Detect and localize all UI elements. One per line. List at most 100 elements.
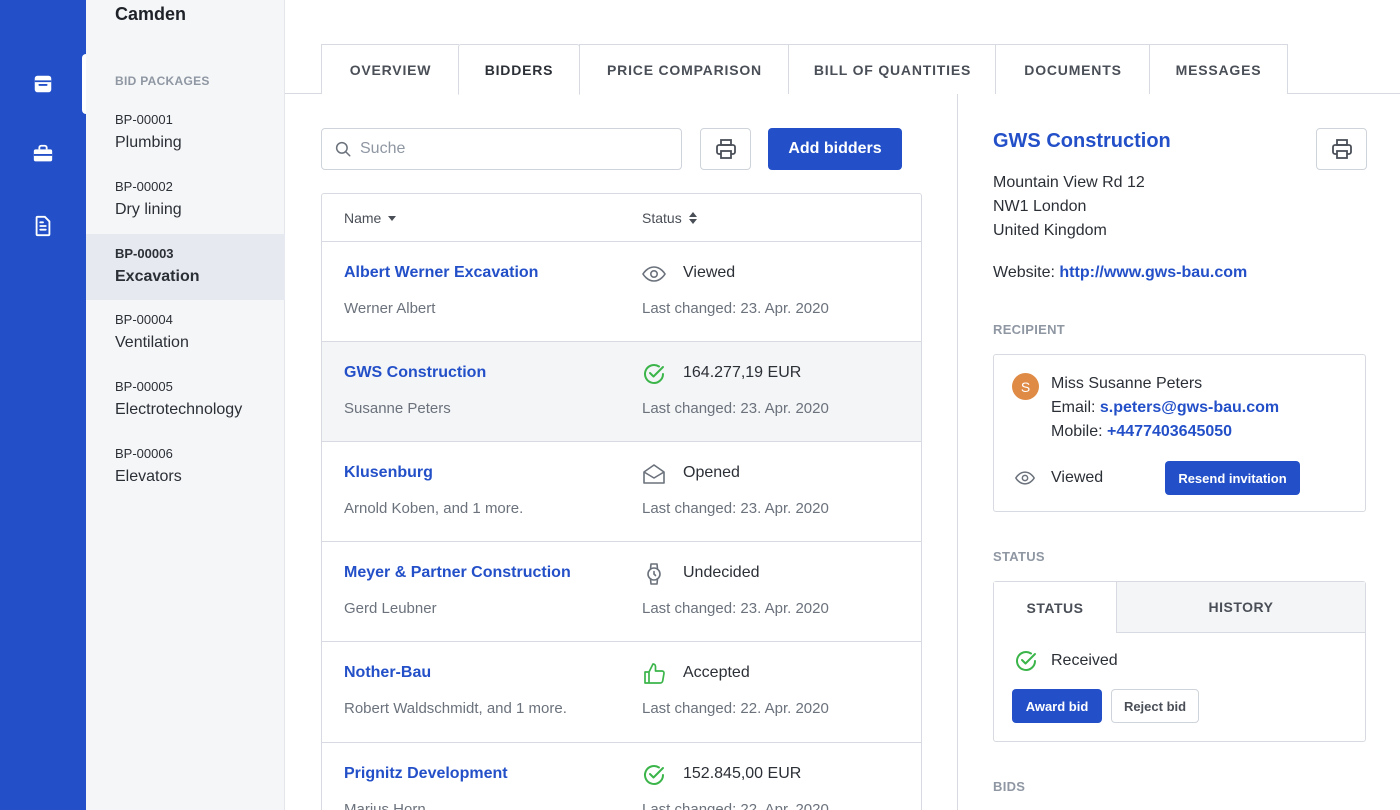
bidder-name[interactable]: Nother-Bau: [344, 664, 431, 682]
recipient-viewed-status: Viewed: [1051, 469, 1104, 486]
envelope-open-icon: [643, 464, 665, 484]
table-row[interactable]: Albert Werner Excavation Werner Albert V…: [322, 242, 921, 342]
recipient-email-link[interactable]: s.peters@gws-bau.com: [1100, 399, 1279, 416]
website-label: Website:: [993, 264, 1055, 281]
tab-bill-of-quantities[interactable]: BILL OF QUANTITIES: [788, 44, 996, 94]
column-header-label: Status: [642, 210, 682, 226]
bidder-name[interactable]: Prignitz Development: [344, 765, 508, 783]
bidder-name[interactable]: Albert Werner Excavation: [344, 264, 538, 282]
address-line: NW1 London: [993, 198, 1087, 215]
last-changed: Last changed: 23. Apr. 2020: [642, 300, 829, 317]
website-link[interactable]: http://www.gws-bau.com: [1059, 264, 1247, 281]
bid-package-item[interactable]: BP-00004 Ventilation: [86, 300, 285, 366]
bid-status: 164.277,19 EUR: [683, 364, 802, 381]
package-code: BP-00001: [115, 112, 173, 127]
table-row-selected[interactable]: GWS Construction Susanne Peters 164.277,…: [322, 342, 921, 442]
column-header-status[interactable]: Status: [642, 210, 698, 226]
bid-package-item[interactable]: BP-00006 Elevators: [86, 434, 285, 500]
tab-documents[interactable]: DOCUMENTS: [995, 44, 1150, 94]
package-code: BP-00004: [115, 312, 173, 327]
package-code: BP-00003: [115, 246, 174, 261]
column-header-label: Name: [344, 210, 382, 226]
column-header-name[interactable]: Name: [344, 210, 397, 226]
table-row[interactable]: Klusenburg Arnold Koben, and 1 more. Ope…: [322, 442, 921, 542]
bid-package-item[interactable]: BP-00005 Electrotechnology: [86, 367, 285, 433]
sort-icon: [688, 212, 697, 224]
bid-package-item[interactable]: BP-00001 Plumbing: [86, 100, 285, 166]
rail-item-documents[interactable]: [0, 196, 86, 256]
recipient-card: S Miss Susanne Peters Email: s.peters@gw…: [993, 354, 1366, 512]
last-changed: Last changed: 22. Apr. 2020: [642, 700, 829, 717]
bidder-name[interactable]: Meyer & Partner Construction: [344, 564, 571, 582]
bidder-contact: Marius Horn: [344, 801, 426, 810]
bid-package-item-active[interactable]: BP-00003 Excavation: [86, 234, 285, 300]
printer-icon: [1331, 139, 1352, 159]
award-bid-button[interactable]: Award bid: [1012, 689, 1102, 723]
recipient-email-row: Email: s.peters@gws-bau.com: [1051, 399, 1279, 417]
bidder-name[interactable]: Klusenburg: [344, 464, 433, 482]
bidder-name[interactable]: GWS Construction: [344, 364, 486, 382]
bid-packages-heading: BID PACKAGES: [115, 74, 210, 88]
detail-print-button[interactable]: [1316, 128, 1367, 170]
recipient-mobile-link[interactable]: +4477403645050: [1107, 423, 1232, 440]
inbox-icon: [34, 75, 52, 93]
package-name: Elevators: [115, 468, 182, 485]
bidder-contact: Arnold Koben, and 1 more.: [344, 500, 524, 517]
recipient-mobile-row: Mobile: +4477403645050: [1051, 423, 1232, 441]
status-value: Received: [1051, 652, 1118, 669]
package-code: BP-00005: [115, 379, 173, 394]
bidder-contact: Gerd Leubner: [344, 600, 437, 617]
tab-history[interactable]: HISTORY: [1116, 582, 1365, 633]
bidder-detail-title[interactable]: GWS Construction: [993, 130, 1171, 153]
last-changed: Last changed: 23. Apr. 2020: [642, 600, 829, 617]
rail-item-inbox[interactable]: [0, 54, 88, 114]
eye-icon: [642, 266, 666, 282]
document-icon: [35, 215, 51, 237]
sort-desc-icon: [388, 216, 397, 221]
resend-invitation-button[interactable]: Resend invitation: [1165, 461, 1300, 495]
tab-status[interactable]: STATUS: [994, 582, 1116, 634]
bidders-table: Name Status Albert Werner Excavation Wer…: [321, 193, 922, 810]
table-header: Name Status: [322, 194, 921, 242]
mobile-label: Mobile:: [1051, 423, 1103, 440]
package-name: Plumbing: [115, 134, 182, 151]
package-name: Electrotechnology: [115, 401, 243, 418]
bid-status: Undecided: [683, 564, 760, 581]
status-card: STATUS HISTORY Received Award bid Reject…: [993, 581, 1366, 742]
bids-heading: BIDS: [993, 779, 1026, 794]
app-rail: [0, 0, 88, 810]
package-name: Dry lining: [115, 201, 182, 218]
tab-price-comparison[interactable]: PRICE COMPARISON: [579, 44, 789, 94]
add-bidders-button[interactable]: Add bidders: [768, 128, 902, 170]
tab-bidders[interactable]: BIDDERS: [458, 44, 580, 95]
table-row[interactable]: Nother-Bau Robert Waldschmidt, and 1 mor…: [322, 642, 921, 743]
package-name: Ventilation: [115, 334, 189, 351]
thumbs-up-icon: [644, 663, 665, 684]
search-input[interactable]: [360, 140, 660, 158]
package-code: BP-00002: [115, 179, 173, 194]
check-circle-icon: [1016, 651, 1036, 671]
search-box[interactable]: [321, 128, 682, 170]
address-line: United Kingdom: [993, 222, 1107, 239]
bid-package-item[interactable]: BP-00002 Dry lining: [86, 167, 285, 233]
last-changed: Last changed: 23. Apr. 2020: [642, 400, 829, 417]
rail-item-briefcase[interactable]: [0, 124, 86, 184]
eye-icon: [1015, 471, 1035, 485]
bid-package-sidebar: Camden BID PACKAGES BP-00001 Plumbing BP…: [86, 0, 285, 810]
search-icon: [335, 141, 351, 157]
tab-messages[interactable]: MESSAGES: [1149, 44, 1288, 94]
bid-status: Viewed: [683, 264, 736, 281]
bidder-contact: Susanne Peters: [344, 400, 451, 417]
bid-status: 152.845,00 EUR: [683, 765, 802, 782]
table-row[interactable]: Prignitz Development Marius Horn 152.845…: [322, 743, 921, 810]
reject-bid-button[interactable]: Reject bid: [1111, 689, 1199, 723]
check-circle-icon: [644, 364, 664, 384]
table-row[interactable]: Meyer & Partner Construction Gerd Leubne…: [322, 542, 921, 642]
check-circle-icon: [644, 765, 664, 785]
project-name: Camden: [115, 4, 187, 24]
print-button[interactable]: [700, 128, 751, 170]
tab-overview[interactable]: OVERVIEW: [321, 44, 459, 94]
avatar: S: [1012, 373, 1039, 400]
main-tabs: OVERVIEW BIDDERS PRICE COMPARISON BILL O…: [285, 0, 1400, 95]
watch-icon: [647, 563, 661, 585]
